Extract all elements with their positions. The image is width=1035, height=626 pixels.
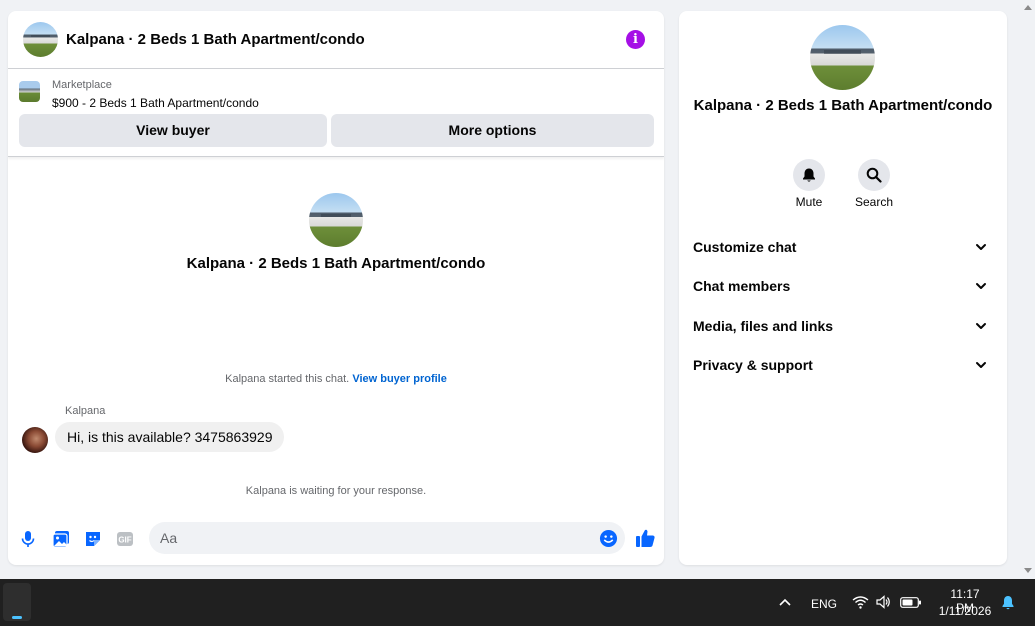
listing-title[interactable]: $900 - 2 Beds 1 Bath Apartment/condo <box>52 96 259 110</box>
notification-bell-icon[interactable] <box>1001 595 1015 611</box>
listing-thumbnail[interactable] <box>19 81 40 102</box>
info-avatar[interactable] <box>810 25 875 90</box>
accordion-media-files-links[interactable]: Media, files and links <box>693 316 993 336</box>
mute-button[interactable] <box>793 159 825 191</box>
active-indicator <box>12 616 22 619</box>
bell-icon <box>803 168 815 182</box>
chat-info-panel: Kalpana · 2 Beds 1 Bath Apartment/condo … <box>679 11 1007 565</box>
message-input[interactable]: Aa <box>149 522 625 554</box>
accordion-chat-members[interactable]: Chat members <box>693 276 993 296</box>
more-options-button[interactable]: More options <box>331 114 654 147</box>
accordion-label: Customize chat <box>693 239 797 255</box>
marketplace-section: Marketplace $900 - 2 Beds 1 Bath Apartme… <box>8 69 664 157</box>
chat-title[interactable]: Kalpana · 2 Beds 1 Bath Apartment/condo <box>66 31 365 48</box>
chat-started-notice: Kalpana started this chat. View buyer pr… <box>8 373 664 385</box>
chat-started-text: Kalpana started this chat. <box>225 373 350 385</box>
battery-icon[interactable] <box>900 597 922 608</box>
chevron-down-icon <box>976 323 986 329</box>
search-icon <box>866 167 882 183</box>
conversation-avatar[interactable] <box>309 193 363 247</box>
marketplace-label: Marketplace <box>52 79 112 91</box>
info-title: Kalpana · 2 Beds 1 Bath Apartment/condo <box>693 97 993 114</box>
sender-name: Kalpana <box>65 405 106 417</box>
waiting-notice: Kalpana is waiting for your response. <box>245 485 427 497</box>
chevron-down-icon <box>976 244 986 250</box>
search-label: Search <box>854 195 894 209</box>
view-buyer-button[interactable]: View buyer <box>19 114 327 147</box>
chevron-down-icon <box>976 283 986 289</box>
accordion-label: Privacy & support <box>693 357 813 373</box>
volume-icon[interactable] <box>876 595 891 609</box>
sender-avatar[interactable] <box>22 427 48 453</box>
message-bubble[interactable]: Hi, is this available? 3475863929 <box>55 422 285 452</box>
chat-header: Kalpana · 2 Beds 1 Bath Apartment/condo … <box>8 11 664 69</box>
search-button[interactable] <box>858 159 890 191</box>
accordion-customize-chat[interactable]: Customize chat <box>693 237 993 257</box>
chat-panel: Kalpana · 2 Beds 1 Bath Apartment/condo … <box>8 11 664 565</box>
conversation-name: Kalpana · 2 Beds 1 Bath Apartment/condo <box>186 255 486 272</box>
microphone-icon[interactable] <box>18 529 38 549</box>
taskbar-app-button[interactable] <box>3 583 31 621</box>
view-buyer-profile-link[interactable]: View buyer profile <box>352 373 447 385</box>
sticker-icon[interactable] <box>83 529 103 549</box>
info-icon[interactable]: i <box>626 30 645 49</box>
taskbar: ENG 11:17 PM 1/11/2026 <box>0 579 1035 626</box>
emoji-icon[interactable] <box>599 529 618 548</box>
wifi-icon[interactable] <box>852 595 869 609</box>
mute-label: Mute <box>795 195 823 209</box>
gallery-icon[interactable] <box>51 529 71 549</box>
chevron-up-icon[interactable] <box>779 597 791 607</box>
thumbs-up-icon[interactable] <box>634 527 656 549</box>
accordion-privacy-support[interactable]: Privacy & support <box>693 355 993 375</box>
chevron-down-icon <box>976 362 986 368</box>
scroll-down-arrow[interactable] <box>1023 567 1033 575</box>
listing-avatar[interactable] <box>23 22 58 57</box>
language-indicator[interactable]: ENG <box>811 597 837 611</box>
scroll-up-arrow[interactable] <box>1023 3 1033 11</box>
gif-icon[interactable]: GIF <box>115 529 135 549</box>
accordion-label: Media, files and links <box>693 318 834 334</box>
accordion-label: Chat members <box>693 278 791 294</box>
svg-text:GIF: GIF <box>118 536 131 545</box>
clock-date[interactable]: 1/11/2026 <box>936 604 994 618</box>
